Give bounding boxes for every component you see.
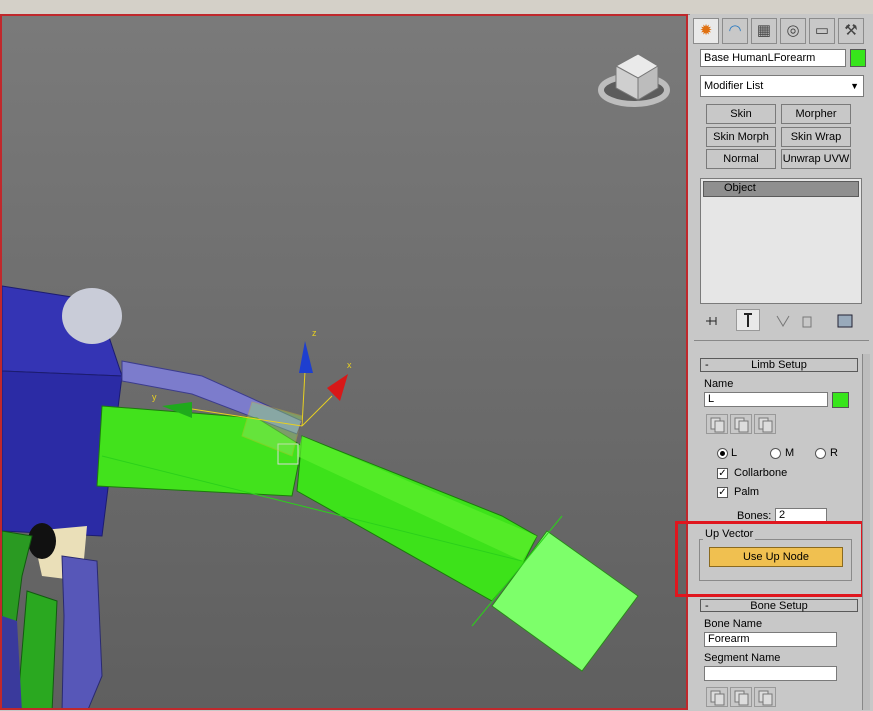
bone-paste-icon[interactable] <box>730 687 752 707</box>
stack-item-object[interactable]: Object <box>703 181 859 197</box>
remove-modifier-icon[interactable] <box>796 311 818 331</box>
display-tab-icon[interactable]: ▭ <box>809 18 835 44</box>
modifier-list-dropdown[interactable]: Modifier List ▼ <box>700 75 864 97</box>
collarbone-label: Collarbone <box>734 467 788 479</box>
copy-icon[interactable] <box>706 414 728 434</box>
bone-setup-rollout-header[interactable]: - Bone Setup <box>700 599 858 612</box>
highlight-box <box>675 521 864 597</box>
limb-name-field[interactable]: L <box>704 392 828 407</box>
segment-name-label: Segment Name <box>704 652 781 664</box>
radio-r[interactable] <box>815 448 826 459</box>
skin-button[interactable]: Skin <box>706 104 776 124</box>
utilities-tab-icon[interactable]: ⚒ <box>838 18 864 44</box>
bone-setup-title: Bone Setup <box>750 600 808 612</box>
collarbone-checkbox[interactable]: ✓ <box>717 468 728 479</box>
pin-stack-icon[interactable] <box>702 311 724 331</box>
svg-text:z: z <box>312 328 317 338</box>
radio-m-label: M <box>785 447 795 459</box>
radio-m[interactable] <box>770 448 781 459</box>
command-panel: ✹ ◠ ▦ ◎ ▭ ⚒ Base HumanLForearm Modifier List … <box>675 14 873 710</box>
make-unique-icon[interactable] <box>772 311 794 331</box>
bone-name-field[interactable]: Forearm <box>704 632 837 647</box>
motion-tab-icon[interactable]: ◎ <box>780 18 806 44</box>
limb-setup-rollout-header[interactable]: - Limb Setup <box>700 358 858 372</box>
limb-color-swatch[interactable] <box>832 392 849 408</box>
paste-icon[interactable] <box>730 414 752 434</box>
hierarchy-tab-icon[interactable]: ▦ <box>751 18 777 44</box>
object-name-field[interactable]: Base HumanLForearm <box>700 49 846 67</box>
bone-copy-icon[interactable] <box>706 687 728 707</box>
divider <box>694 340 869 341</box>
main-toolbar <box>0 0 873 15</box>
shoulder-ball <box>62 288 122 344</box>
unwrap-uvw-button[interactable]: Unwrap UVW <box>781 149 851 169</box>
object-color-swatch[interactable] <box>850 49 866 67</box>
bone-paste-mirrored-icon[interactable] <box>754 687 776 707</box>
bones-spinner[interactable]: 2 <box>775 508 827 522</box>
panel-scrollbar[interactable] <box>862 354 870 710</box>
morpher-button[interactable]: Morpher <box>781 104 851 124</box>
perspective-viewport[interactable]: z y x <box>0 14 688 710</box>
limb-setup-title: Limb Setup <box>751 359 807 371</box>
radio-l-label: L <box>731 447 738 459</box>
modifier-list-label: Modifier List <box>704 80 764 92</box>
show-end-result-icon[interactable] <box>736 309 760 331</box>
palm-checkbox[interactable]: ✓ <box>717 487 728 498</box>
bone-name-label: Bone Name <box>704 618 763 630</box>
radio-r-label: R <box>830 447 838 459</box>
chevron-down-icon: ▼ <box>850 81 859 91</box>
segment-name-field[interactable] <box>704 666 837 681</box>
modify-tab-icon[interactable]: ◠ <box>722 18 748 44</box>
configure-sets-icon[interactable] <box>834 311 856 331</box>
palm-label: Palm <box>734 486 760 498</box>
modifier-stack[interactable]: Object <box>700 178 862 304</box>
normal-button[interactable]: Normal <box>706 149 776 169</box>
skin-morph-button[interactable]: Skin Morph <box>706 127 776 147</box>
paste-mirrored-icon[interactable] <box>754 414 776 434</box>
viewcube[interactable] <box>598 53 670 107</box>
scene-canvas: z y x <box>2 53 670 708</box>
skin-wrap-button[interactable]: Skin Wrap <box>781 127 851 147</box>
create-tab-icon[interactable]: ✹ <box>693 18 719 44</box>
radio-l[interactable] <box>717 448 728 459</box>
svg-text:x: x <box>347 360 352 370</box>
name-label: Name <box>704 378 734 390</box>
svg-text:y: y <box>152 392 157 402</box>
